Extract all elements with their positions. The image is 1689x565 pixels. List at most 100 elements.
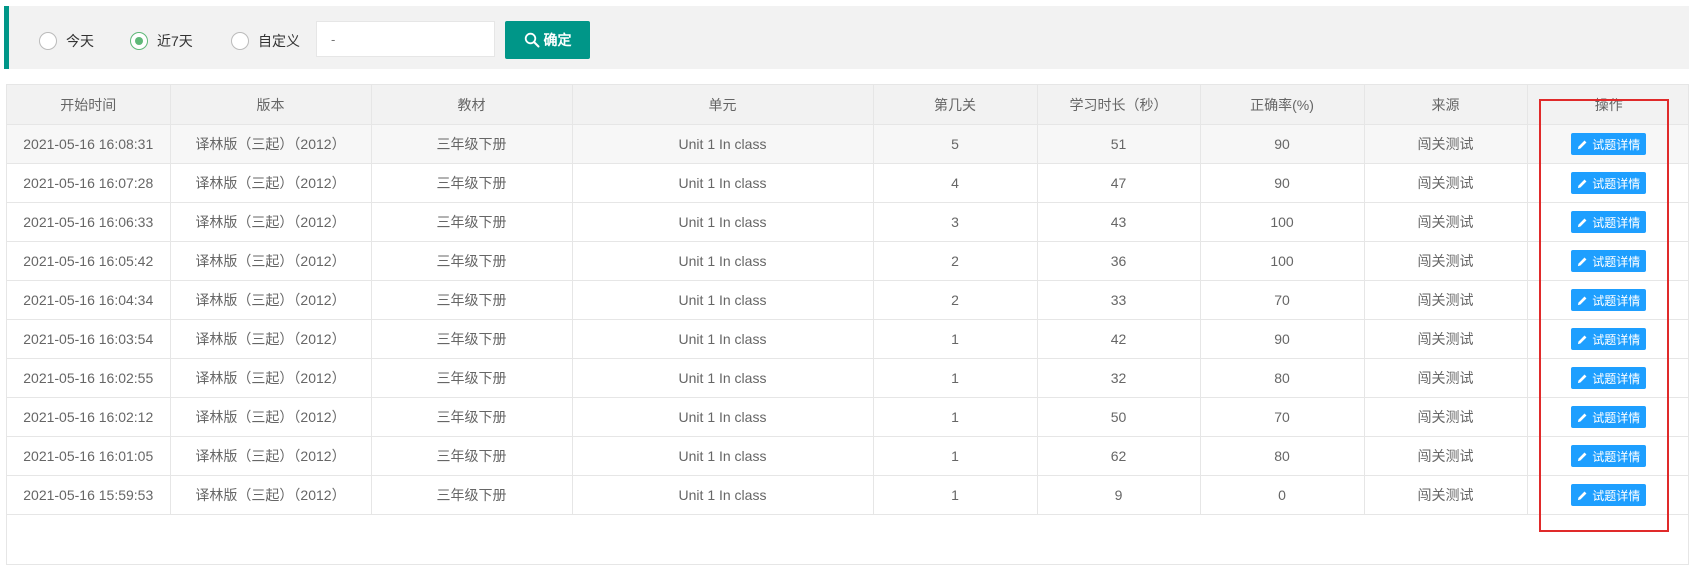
cell-textbook: 三年级下册 <box>371 163 573 203</box>
cell-level: 4 <box>873 163 1038 203</box>
cell-edition: 译林版（三起）（2012） <box>170 475 372 515</box>
edit-icon <box>1578 218 1587 227</box>
cell-unit: Unit 1 In class <box>572 202 874 242</box>
cell-action: 试题详情 <box>1527 397 1688 437</box>
cell-edition: 译林版（三起）（2012） <box>170 124 372 164</box>
table-row: 2021-05-16 16:07:28 译林版（三起）（2012） 三年级下册 Uni… <box>7 163 1688 203</box>
table-row: 2021-05-16 16:02:55 译林版（三起）（2012） 三年级下册 Uni… <box>7 358 1688 398</box>
cell-action: 试题详情 <box>1527 124 1688 164</box>
cell-textbook: 三年级下册 <box>371 124 573 164</box>
cell-source: 闯关测试 <box>1364 202 1528 242</box>
cell-action: 试题详情 <box>1527 475 1688 515</box>
header-edition: 版本 <box>170 85 372 125</box>
question-detail-button[interactable]: 试题详情 <box>1571 328 1647 350</box>
cell-edition: 译林版（三起）（2012） <box>170 163 372 203</box>
question-detail-label: 试题详情 <box>1592 293 1641 308</box>
cell-source: 闯关测试 <box>1364 163 1528 203</box>
radio-last-7-days[interactable]: 近7天 <box>130 31 193 51</box>
header-accuracy: 正确率(%) <box>1200 85 1365 125</box>
cell-accuracy: 0 <box>1200 475 1365 515</box>
cell-source: 闯关测试 <box>1364 475 1528 515</box>
cell-edition: 译林版（三起）（2012） <box>170 436 372 476</box>
cell-accuracy: 80 <box>1200 358 1365 398</box>
edit-icon <box>1578 257 1587 266</box>
cell-action: 试题详情 <box>1527 280 1688 320</box>
question-detail-button[interactable]: 试题详情 <box>1571 133 1647 155</box>
cell-unit: Unit 1 In class <box>572 475 874 515</box>
cell-duration: 36 <box>1037 241 1201 281</box>
question-detail-button[interactable]: 试题详情 <box>1571 172 1647 194</box>
question-detail-label: 试题详情 <box>1592 449 1641 464</box>
confirm-button[interactable]: 确定 <box>505 21 590 59</box>
cell-duration: 33 <box>1037 280 1201 320</box>
records-grid: 开始时间 版本 教材 单元 第几关 学习时长（秒） 正确率(%) 来源 操作 2… <box>7 85 1688 515</box>
question-detail-label: 试题详情 <box>1592 488 1641 503</box>
question-detail-label: 试题详情 <box>1592 371 1641 386</box>
cell-edition: 译林版（三起）（2012） <box>170 358 372 398</box>
cell-duration: 50 <box>1037 397 1201 437</box>
header-level: 第几关 <box>873 85 1038 125</box>
cell-textbook: 三年级下册 <box>371 241 573 281</box>
question-detail-label: 试题详情 <box>1592 215 1641 230</box>
search-icon <box>524 32 539 48</box>
cell-action: 试题详情 <box>1527 319 1688 359</box>
cell-textbook: 三年级下册 <box>371 280 573 320</box>
cell-level: 1 <box>873 358 1038 398</box>
cell-level: 3 <box>873 202 1038 242</box>
cell-accuracy: 100 <box>1200 241 1365 281</box>
cell-accuracy: 90 <box>1200 319 1365 359</box>
cell-action: 试题详情 <box>1527 202 1688 242</box>
question-detail-button[interactable]: 试题详情 <box>1571 289 1647 311</box>
question-detail-button[interactable]: 试题详情 <box>1571 367 1647 389</box>
edit-icon <box>1578 179 1587 188</box>
cell-start-time: 2021-05-16 16:02:55 <box>7 358 171 398</box>
cell-accuracy: 70 <box>1200 397 1365 437</box>
radio-circle[interactable] <box>39 32 57 50</box>
cell-action: 试题详情 <box>1527 358 1688 398</box>
cell-duration: 62 <box>1037 436 1201 476</box>
cell-level: 1 <box>873 475 1038 515</box>
cell-source: 闯关测试 <box>1364 397 1528 437</box>
cell-edition: 译林版（三起）（2012） <box>170 319 372 359</box>
radio-label: 今天 <box>66 33 94 49</box>
cell-duration: 51 <box>1037 124 1201 164</box>
cell-start-time: 2021-05-16 16:03:54 <box>7 319 171 359</box>
cell-start-time: 2021-05-16 16:07:28 <box>7 163 171 203</box>
cell-start-time: 2021-05-16 16:02:12 <box>7 397 171 437</box>
header-action: 操作 <box>1527 85 1688 125</box>
question-detail-label: 试题详情 <box>1592 137 1641 152</box>
question-detail-button[interactable]: 试题详情 <box>1571 484 1647 506</box>
question-detail-button[interactable]: 试题详情 <box>1571 406 1647 428</box>
edit-icon <box>1578 491 1587 500</box>
question-detail-button[interactable]: 试题详情 <box>1571 445 1647 467</box>
cell-unit: Unit 1 In class <box>572 124 874 164</box>
date-range-input[interactable] <box>316 21 495 57</box>
radio-circle[interactable] <box>231 32 249 50</box>
radio-custom[interactable]: 自定义 <box>231 31 300 51</box>
cell-action: 试题详情 <box>1527 436 1688 476</box>
cell-duration: 47 <box>1037 163 1201 203</box>
radio-label: 近7天 <box>157 33 193 49</box>
cell-textbook: 三年级下册 <box>371 436 573 476</box>
header-source: 来源 <box>1364 85 1528 125</box>
cell-start-time: 2021-05-16 16:06:33 <box>7 202 171 242</box>
cell-accuracy: 90 <box>1200 163 1365 203</box>
edit-icon <box>1578 335 1587 344</box>
table-body: 2021-05-16 16:08:31 译林版（三起）（2012） 三年级下册 Uni… <box>7 124 1688 515</box>
radio-circle[interactable] <box>130 32 148 50</box>
cell-source: 闯关测试 <box>1364 436 1528 476</box>
table-row: 2021-05-16 15:59:53 译林版（三起）（2012） 三年级下册 Uni… <box>7 475 1688 515</box>
cell-level: 5 <box>873 124 1038 164</box>
table-row: 2021-05-16 16:04:34 译林版（三起）（2012） 三年级下册 Uni… <box>7 280 1688 320</box>
question-detail-button[interactable]: 试题详情 <box>1571 211 1647 233</box>
table-row: 2021-05-16 16:05:42 译林版（三起）（2012） 三年级下册 Uni… <box>7 241 1688 281</box>
header-textbook: 教材 <box>371 85 573 125</box>
cell-textbook: 三年级下册 <box>371 319 573 359</box>
cell-source: 闯关测试 <box>1364 280 1528 320</box>
question-detail-button[interactable]: 试题详情 <box>1571 250 1647 272</box>
cell-unit: Unit 1 In class <box>572 163 874 203</box>
cell-edition: 译林版（三起）（2012） <box>170 397 372 437</box>
cell-unit: Unit 1 In class <box>572 241 874 281</box>
radio-today[interactable]: 今天 <box>39 31 94 51</box>
header-row: 开始时间 版本 教材 单元 第几关 学习时长（秒） 正确率(%) 来源 操作 <box>7 85 1688 125</box>
